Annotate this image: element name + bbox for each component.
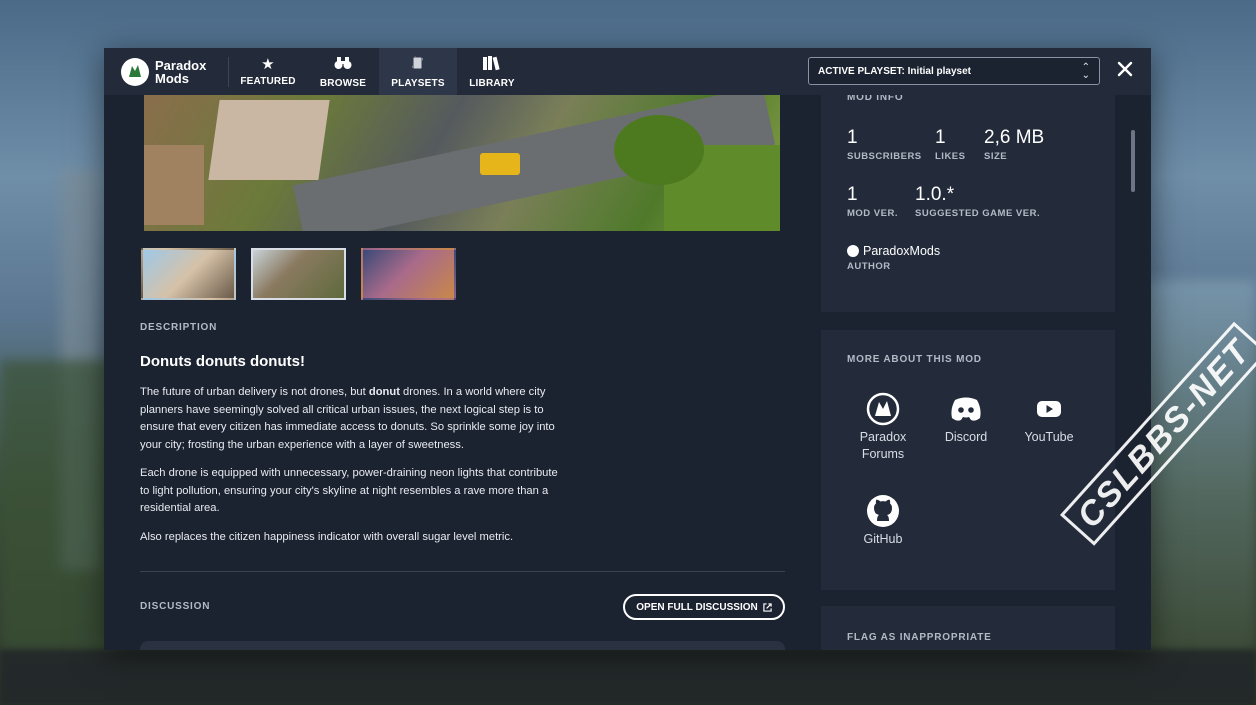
paradox-logo-icon xyxy=(121,57,149,86)
top-navigation-bar: Paradox Mods ★ FEATURED BROWSE PLAYSETS xyxy=(104,48,1151,95)
size-value: 2,6 MB xyxy=(984,127,1045,148)
discussion-heading: DISCUSSION xyxy=(140,601,211,612)
stat-author[interactable]: ParadoxMods AUTHOR xyxy=(847,244,940,272)
description-paragraph-1: The future of urban delivery is not dron… xyxy=(140,386,555,451)
link-youtube-label: YouTube xyxy=(1024,430,1074,444)
screenshot-thumbnail[interactable] xyxy=(141,248,236,300)
background-trees xyxy=(0,360,120,650)
screenshot-thumbnail-selected[interactable] xyxy=(251,248,346,300)
link-discord[interactable]: Discord xyxy=(926,391,1006,446)
stat-likes: 1 LIKES xyxy=(935,127,966,163)
stat-subscribers: 1 SUBSCRIBERS xyxy=(847,127,922,163)
external-link-icon xyxy=(763,602,772,612)
discord-icon xyxy=(926,391,1006,427)
tab-playsets-label: PLAYSETS xyxy=(391,77,445,89)
size-caption: SIZE xyxy=(984,151,1008,162)
tab-browse[interactable]: BROWSE xyxy=(307,48,379,95)
tab-playsets[interactable]: PLAYSETS xyxy=(379,48,457,95)
game-version-value: 1.0.* xyxy=(915,184,955,205)
screenshot-thumbnail[interactable] xyxy=(361,248,456,300)
link-paradox-forums[interactable]: Paradox Forums xyxy=(843,391,923,463)
description-title: Donuts donuts donuts! xyxy=(140,353,305,370)
background-bottom-bar xyxy=(0,650,1256,705)
tab-library-label: LIBRARY xyxy=(469,77,515,89)
mod-detail-window: Paradox Mods ★ FEATURED BROWSE PLAYSETS xyxy=(104,48,1151,650)
subscribers-caption: SUBSCRIBERS xyxy=(847,151,922,162)
link-github[interactable]: GitHub xyxy=(843,493,923,548)
mod-screenshot-main[interactable] xyxy=(144,95,780,231)
youtube-icon xyxy=(1009,391,1089,427)
link-paradox-forums-label: Paradox Forums xyxy=(859,430,907,461)
description-paragraph-3: Also replaces the citizen happiness indi… xyxy=(140,531,514,543)
section-divider xyxy=(140,571,785,572)
more-about-heading: MORE ABOUT THIS MOD xyxy=(847,354,982,365)
author-avatar-icon xyxy=(847,245,859,257)
screenshot-thumbnails xyxy=(141,248,456,300)
description-heading: DESCRIPTION xyxy=(140,322,218,333)
stat-mod-version: 1 MOD VER. xyxy=(847,184,898,220)
author-caption: AUTHOR xyxy=(847,261,891,272)
game-version-caption: SUGGESTED GAME VER. xyxy=(915,208,1041,219)
tab-browse-label: BROWSE xyxy=(319,77,367,89)
flag-panel xyxy=(821,606,1115,650)
active-playset-label: ACTIVE PLAYSET: Initial playset xyxy=(818,65,972,77)
subscribers-value: 1 xyxy=(847,127,858,148)
paradox-mods-logo[interactable]: Paradox Mods xyxy=(104,48,228,95)
chevron-updown-icon: ⌃ ⌄ xyxy=(1081,62,1090,81)
open-full-discussion-button[interactable]: OPEN FULL DISCUSSION xyxy=(623,594,785,620)
close-button[interactable] xyxy=(1114,59,1136,83)
logo-line-2: Mods xyxy=(155,70,189,86)
github-icon xyxy=(843,493,923,529)
tab-featured[interactable]: ★ FEATURED xyxy=(229,48,307,95)
discussion-preview-box xyxy=(140,641,785,650)
mod-version-value: 1 xyxy=(847,184,858,205)
star-icon: ★ xyxy=(261,55,275,73)
cards-icon xyxy=(410,55,426,75)
books-icon xyxy=(482,55,502,75)
open-full-discussion-label: OPEN FULL DISCUSSION xyxy=(636,601,758,613)
link-discord-label: Discord xyxy=(944,430,988,444)
author-value: ParadoxMods xyxy=(863,244,941,258)
paradox-forums-icon xyxy=(843,391,923,427)
description-paragraph-2: Each drone is equipped with unnecessary,… xyxy=(140,467,558,515)
tab-library[interactable]: LIBRARY xyxy=(457,48,527,95)
link-youtube[interactable]: YouTube xyxy=(1009,391,1089,446)
link-github-label: GitHub xyxy=(863,532,903,546)
likes-value: 1 xyxy=(935,127,946,148)
logo-line-1: Paradox xyxy=(155,57,207,73)
binoculars-icon xyxy=(334,55,352,75)
tab-featured-label: FEATURED xyxy=(240,75,296,87)
active-playset-select[interactable]: ACTIVE PLAYSET: Initial playset ⌃ ⌄ xyxy=(808,57,1100,85)
likes-caption: LIKES xyxy=(935,151,966,162)
stat-size: 2,6 MB SIZE xyxy=(984,127,1045,163)
panel-scrollbar[interactable] xyxy=(1131,130,1135,192)
mod-version-caption: MOD VER. xyxy=(847,208,898,219)
flag-inappropriate-button[interactable]: FLAG AS INAPPROPRIATE xyxy=(847,632,992,643)
close-icon xyxy=(1117,61,1133,77)
stat-game-version: 1.0.* SUGGESTED GAME VER. xyxy=(915,184,1041,220)
